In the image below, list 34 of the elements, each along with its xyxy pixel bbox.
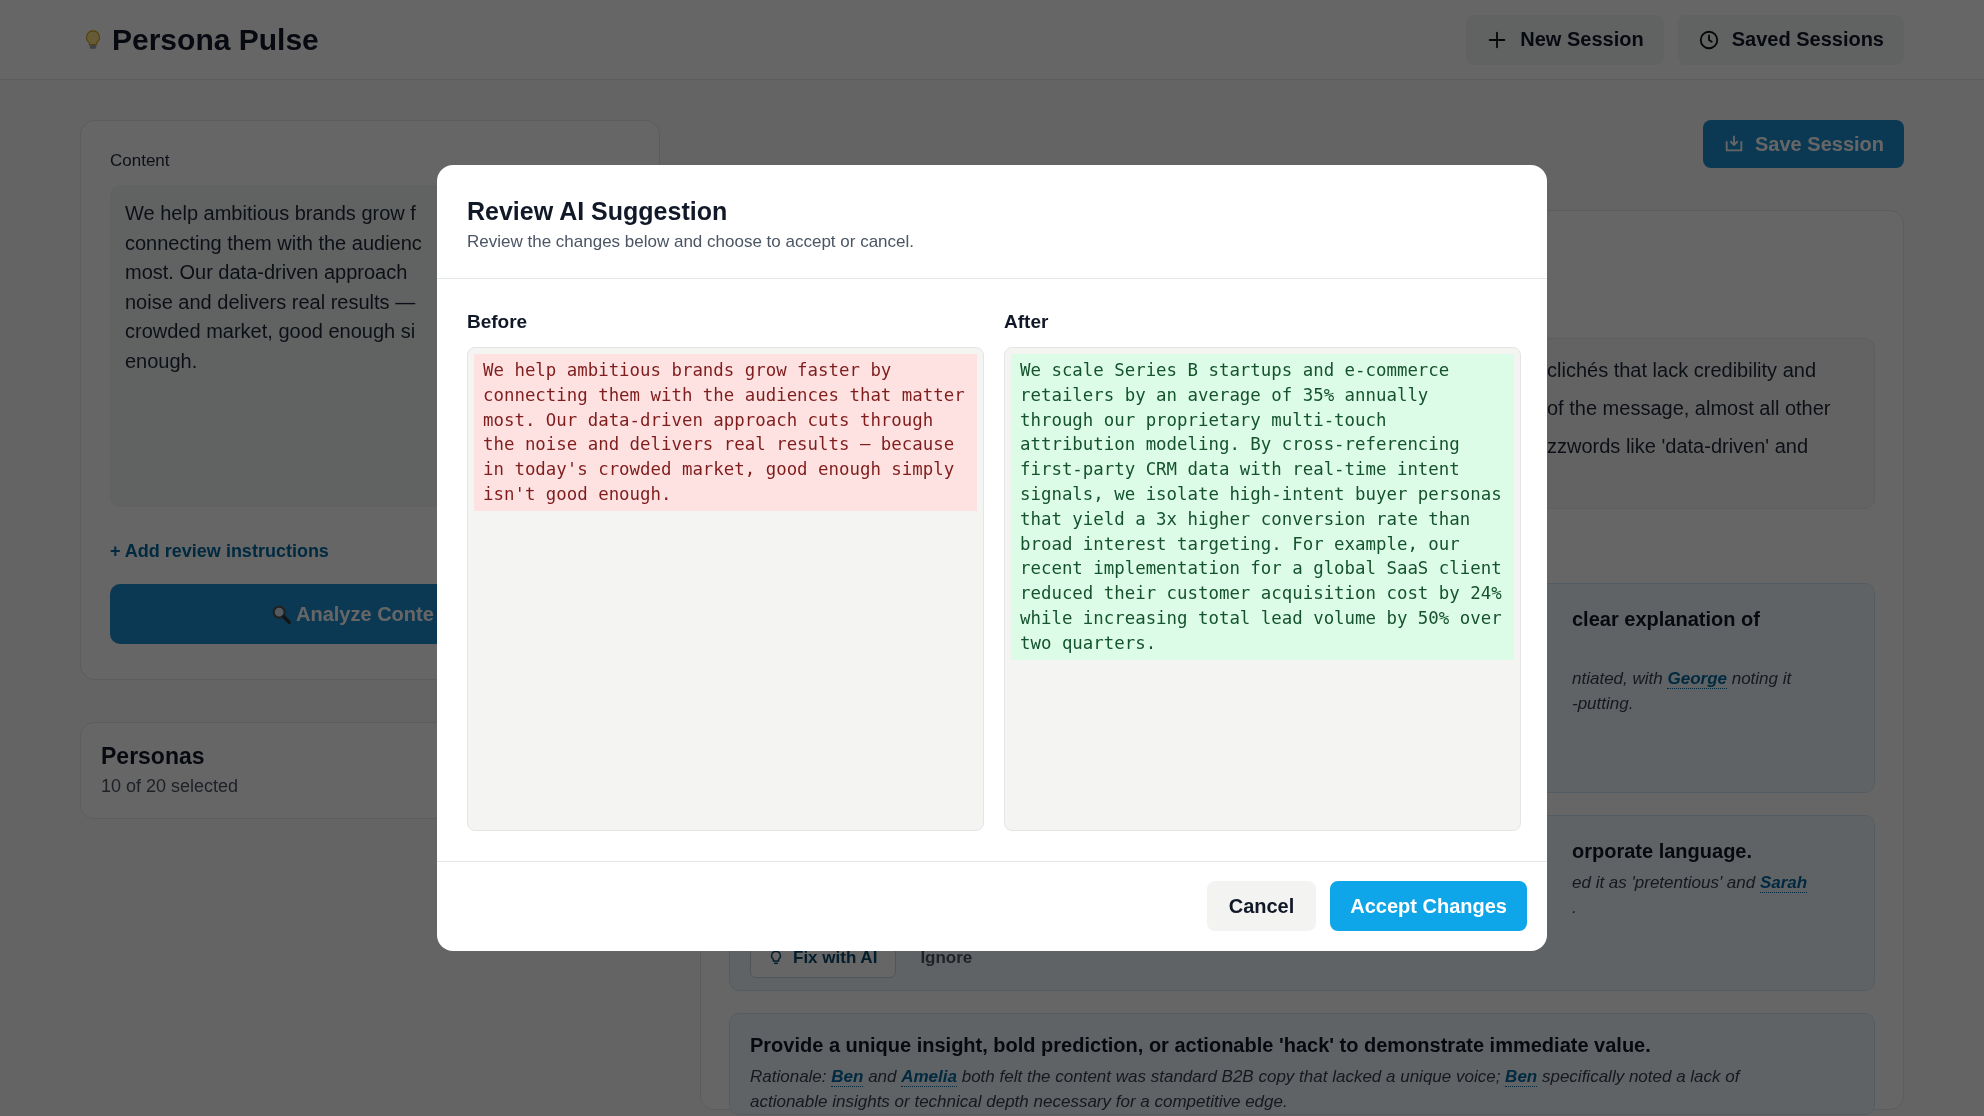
rationale-text: Rationale: Ben and Amelia both felt the content was standard B2B copy that lacked a unique voice; Ben specifically noted a lack of	[750, 1066, 1742, 1089]
personas-count: 10 of 20 selected	[101, 776, 240, 797]
add-instructions-link[interactable]: + Add review instructions	[110, 541, 329, 562]
save-session-button[interactable]: Save Session	[1703, 120, 1904, 168]
ignore-button[interactable]: Ignore	[912, 948, 981, 968]
new-session-button[interactable]: New Session	[1466, 14, 1664, 65]
personas-title: Personas	[101, 743, 206, 770]
persona-link[interactable]: Amelia	[901, 1067, 957, 1087]
rationale-text: -putting.	[1572, 693, 1634, 715]
app-title: Persona Pulse	[112, 22, 319, 57]
rationale-text: ntiated, with George noting it	[1572, 668, 1792, 691]
before-label: Before	[467, 311, 529, 333]
summary-text: of the message, almost all other	[1547, 396, 1831, 421]
suggestion-title: clear explanation of	[1572, 607, 1760, 632]
rationale-text: ed it as 'pretentious' and Sarah	[1572, 872, 1808, 895]
rationale-text: actionable insights or technical depth necessary for a competitive edge.	[750, 1091, 1289, 1113]
search-icon	[270, 603, 292, 625]
field-label: Content	[110, 151, 171, 171]
suggestion-title: orporate language.	[1572, 839, 1753, 864]
accept-changes-button[interactable]: Accept Changes	[1330, 881, 1527, 931]
cancel-button[interactable]: Cancel	[1206, 881, 1317, 931]
persona-link[interactable]: Ben	[831, 1067, 864, 1087]
summary-text: zzwords like 'data-driven' and	[1547, 434, 1809, 459]
clock-icon	[1697, 28, 1720, 51]
persona-link[interactable]: George	[1667, 669, 1727, 689]
persona-link[interactable]: Sarah	[1759, 873, 1808, 893]
rationale-text: .	[1572, 897, 1577, 919]
suggestion-title: Provide a unique insight, bold prediction, or actionable 'hack' to demonstrate immediate value.	[750, 1033, 1652, 1058]
saved-sessions-button[interactable]: Saved Sessions	[1677, 14, 1904, 65]
removed-text: We help ambitious brands grow faster by connecting them with the audiences that matter most. Our data-driven approach cuts through the noise and delivers real results — because in today's crowded market, good enough simply isn't good enough.	[474, 354, 977, 511]
summary-text: clichés that lack credibility and	[1547, 358, 1816, 383]
added-text: We scale Series B startups and e-commerce retailers by an average of 35% annually through our proprietary multi-touch attribution modeling. By cross-referencing first-party CRM data with real-time intent signals, we isolate high-intent buyer personas that yield a 3x higher conversion rate than broad interest targeting. For example, our recent implementation for a global SaaS client reduced their customer acquisition cost by 24% while increasing total lead volume by 50% over two quarters.	[1011, 354, 1514, 660]
persona-link[interactable]: Ben	[1505, 1067, 1538, 1087]
after-label: After	[1004, 311, 1050, 333]
